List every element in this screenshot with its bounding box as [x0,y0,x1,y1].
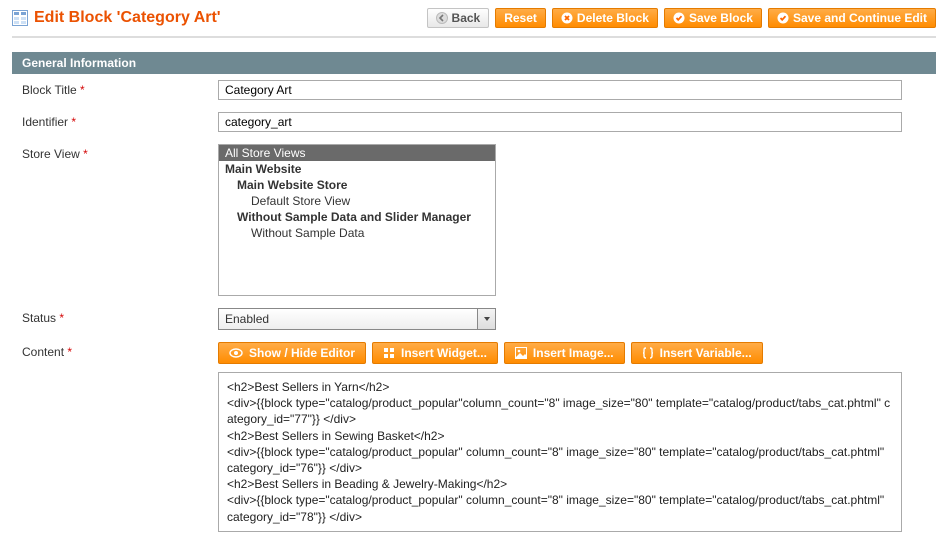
image-icon [515,347,527,359]
label-status: Status * [22,308,218,325]
variable-icon [642,347,654,359]
delete-label: Delete Block [577,11,649,25]
block-icon [12,10,28,26]
label-identifier: Identifier * [22,112,218,129]
chevron-down-icon [477,309,495,329]
label-content: Content * [22,342,218,359]
store-view-multiselect[interactable]: All Store Views Main Website Main Websit… [218,144,496,296]
back-icon [436,12,448,24]
reset-label: Reset [504,11,537,25]
content-line: <div>{{block type="catalog/product_popul… [227,395,893,427]
option-without-sample-mgr[interactable]: Without Sample Data and Slider Manager [219,209,495,225]
delete-icon [561,12,573,24]
editor-toolbar: Show / Hide Editor Insert Widget... Inse… [218,342,926,364]
section-general-info: General Information [12,52,936,74]
row-content: Content * Show / Hide Editor Insert Widg… [12,336,936,538]
row-status: Status * Enabled [12,302,936,336]
content-line: <div>{{block type="catalog/product_popul… [227,444,893,476]
divider [12,36,936,38]
save-continue-button[interactable]: Save and Continue Edit [768,8,936,28]
insert-widget-label: Insert Widget... [401,346,487,360]
check-icon [673,12,685,24]
row-block-title: Block Title * [12,74,936,106]
content-textarea[interactable]: <h2>Best Sellers in Yarn</h2> <div>{{blo… [218,372,902,532]
insert-variable-label: Insert Variable... [660,346,752,360]
input-block-title[interactable] [218,80,902,100]
page-title: Edit Block 'Category Art' [34,9,221,27]
status-value: Enabled [225,312,269,326]
eye-icon [229,347,243,359]
option-all-store-views[interactable]: All Store Views [219,145,495,161]
content-line: <h2>Best Sellers in Sewing Basket</h2> [227,428,893,444]
page-header: Edit Block 'Category Art' Back Reset Del… [12,6,936,34]
content-line: <h2>Best Sellers in Yarn</h2> [227,379,893,395]
row-identifier: Identifier * [12,106,936,138]
input-identifier[interactable] [218,112,902,132]
check-icon [777,12,789,24]
row-store-view: Store View * All Store Views Main Websit… [12,138,936,302]
option-default-store-view[interactable]: Default Store View [219,193,495,209]
save-button[interactable]: Save Block [664,8,762,28]
toggle-editor-label: Show / Hide Editor [249,346,355,360]
insert-variable-button[interactable]: Insert Variable... [631,342,763,364]
save-continue-label: Save and Continue Edit [793,11,927,25]
content-line: <div>{{block type="catalog/product_popul… [227,492,893,524]
content-line: <h2>Best Sellers in Beading & Jewelry-Ma… [227,476,893,492]
insert-widget-button[interactable]: Insert Widget... [372,342,498,364]
toggle-editor-button[interactable]: Show / Hide Editor [218,342,366,364]
option-main-website-store[interactable]: Main Website Store [219,177,495,193]
insert-image-label: Insert Image... [533,346,614,360]
label-store-view: Store View * [22,144,218,161]
reset-button[interactable]: Reset [495,8,546,28]
back-button[interactable]: Back [427,8,490,28]
status-select[interactable]: Enabled [218,308,496,330]
save-label: Save Block [689,11,753,25]
insert-image-button[interactable]: Insert Image... [504,342,625,364]
label-block-title: Block Title * [22,80,218,97]
option-main-website[interactable]: Main Website [219,161,495,177]
back-label: Back [452,11,481,25]
option-without-sample[interactable]: Without Sample Data [219,225,495,241]
delete-button[interactable]: Delete Block [552,8,658,28]
widget-icon [383,347,395,359]
